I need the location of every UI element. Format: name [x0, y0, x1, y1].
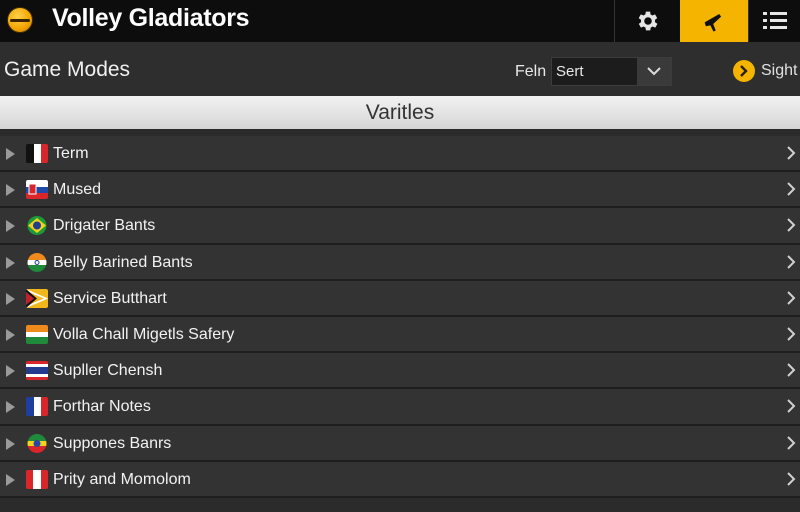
chevron-right-icon — [787, 435, 796, 450]
slovakia-flag-icon — [26, 180, 48, 200]
list-item-label: Supller Chensh — [53, 362, 163, 380]
list-item-label: Belly Barined Bants — [53, 253, 193, 271]
main-menu-button[interactable] — [748, 0, 800, 42]
list-item-label: Volla Chall Migetls Safery — [53, 325, 235, 343]
list-item-label: Suppones Banrs — [53, 434, 172, 452]
list-item[interactable]: Mused — [0, 172, 800, 209]
france-flag-icon — [26, 397, 48, 417]
list-item[interactable]: Belly Barined Bants — [0, 244, 800, 281]
sight-button-label: Sight — [761, 62, 798, 79]
list-item-label: Service Butthart — [53, 289, 167, 307]
ireland-flag-icon — [26, 324, 48, 344]
india-flag-icon — [26, 252, 48, 272]
chevron-right-icon — [787, 471, 796, 486]
list-item-label: Mused — [53, 181, 102, 199]
volleyball-icon — [7, 7, 33, 33]
filter-label: Feln — [515, 63, 547, 80]
list-item[interactable]: Drigater Bants — [0, 208, 800, 245]
announcements-button[interactable] — [680, 0, 748, 42]
sort-dropdown-value: Sert — [556, 63, 584, 80]
sight-button[interactable]: Sight — [733, 59, 797, 83]
list-item[interactable]: Supller Chensh — [0, 353, 800, 390]
expand-arrow-icon — [6, 328, 15, 341]
chevron-right-icon — [787, 218, 796, 233]
chevron-right-icon — [787, 291, 796, 305]
top-app-bar: Volley Gladiators — [0, 0, 800, 42]
hamburger-menu-icon — [762, 12, 787, 29]
chevron-right-circle-icon — [733, 60, 755, 82]
list-item[interactable]: Forthar Notes — [0, 389, 800, 426]
guyana-flag-icon — [26, 288, 48, 308]
list-item-label: Prity and Momolom — [53, 470, 191, 488]
chevron-right-icon — [787, 399, 796, 414]
list-item[interactable]: Service Butthart — [0, 280, 800, 317]
chevron-right-icon — [787, 327, 796, 341]
megaphone-icon — [704, 14, 722, 32]
page-title: Game Modes — [4, 58, 131, 81]
chevron-down-icon — [636, 58, 671, 85]
thailand-flag-icon — [26, 361, 48, 381]
chevron-right-icon — [787, 254, 796, 269]
sub-header: Game Modes Feln Sert Sight — [0, 42, 800, 96]
expand-arrow-icon — [6, 256, 15, 269]
list-item[interactable]: Prity and Momolom — [0, 461, 800, 498]
list-item-label: Drigater Bants — [53, 217, 156, 235]
section-title: Varitles — [365, 101, 435, 124]
ethiopia-flag-icon — [26, 433, 48, 453]
peru-flag-icon — [26, 469, 48, 489]
expand-arrow-icon — [6, 184, 15, 197]
chevron-right-icon — [787, 182, 796, 196]
section-header: Varitles — [0, 96, 800, 129]
brazil-flag-icon — [26, 216, 48, 236]
list-item[interactable]: Term — [0, 136, 800, 173]
expand-arrow-icon — [6, 220, 15, 233]
list-item[interactable]: Volla Chall Migetls Safery — [0, 316, 800, 354]
app-title: Volley Gladiators — [52, 4, 250, 32]
expand-arrow-icon — [6, 401, 15, 414]
chevron-right-icon — [787, 363, 796, 377]
expand-arrow-icon — [6, 473, 15, 486]
game-mode-list: Term Mused Drigater Bants Belly Barined … — [0, 136, 800, 498]
list-item-label: Forthar Notes — [53, 398, 151, 416]
expand-arrow-icon — [6, 365, 15, 378]
list-item[interactable]: Suppones Banrs — [0, 425, 800, 462]
belgium-flag-icon — [26, 144, 48, 163]
gear-icon — [638, 11, 657, 31]
chevron-right-icon — [787, 146, 796, 160]
expand-arrow-icon — [6, 437, 15, 450]
settings-button[interactable] — [614, 0, 680, 42]
list-item-label: Term — [53, 145, 89, 162]
expand-arrow-icon — [6, 148, 15, 160]
expand-arrow-icon — [6, 292, 15, 305]
sort-dropdown[interactable]: Sert — [551, 57, 672, 86]
